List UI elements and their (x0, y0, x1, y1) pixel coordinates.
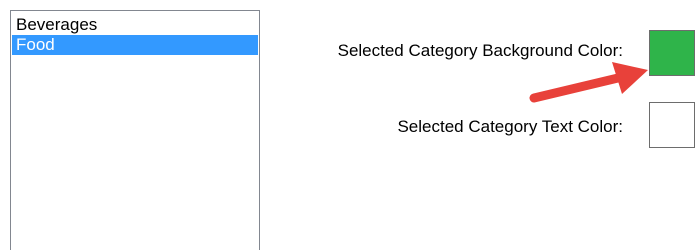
arrow-shaft (529, 73, 623, 103)
list-item-food[interactable]: Food (12, 35, 258, 55)
color-settings-panel: Beverages Food Selected Category Backgro… (0, 0, 700, 250)
category-listbox[interactable]: Beverages Food (10, 10, 260, 250)
arrow-head (612, 62, 648, 94)
list-item-beverages[interactable]: Beverages (11, 15, 259, 35)
red-arrow-icon (529, 62, 648, 103)
background-color-label: Selected Category Background Color: (337, 41, 623, 60)
text-color-label: Selected Category Text Color: (397, 117, 623, 136)
